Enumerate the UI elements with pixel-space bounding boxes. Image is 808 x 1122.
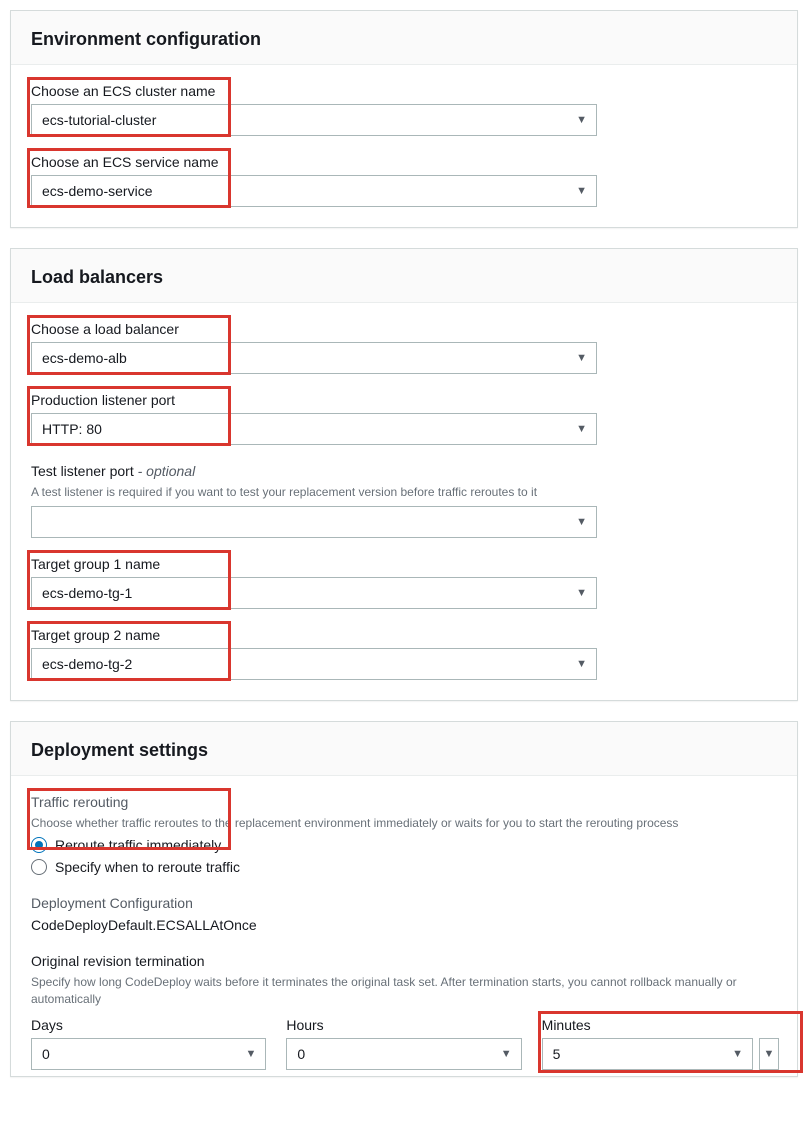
chevron-down-icon: ▼ [764, 1048, 775, 1060]
radio-immediate-label: Reroute traffic immediately [55, 837, 221, 853]
radio-immediate[interactable]: Reroute traffic immediately [31, 837, 777, 853]
deploy-config-value: CodeDeployDefault.ECSALLAtOnce [31, 917, 777, 933]
load-balancer-select[interactable]: ecs-demo-alb ▼ [31, 342, 597, 374]
service-name-select[interactable]: ecs-demo-service ▼ [31, 175, 597, 207]
prod-port-label: Production listener port [31, 392, 777, 408]
hours-select[interactable]: 0 ▼ [286, 1038, 521, 1070]
env-config-title: Environment configuration [31, 29, 777, 50]
deploy-config-label: Deployment Configuration [31, 895, 777, 911]
load-balancer-label: Choose a load balancer [31, 321, 777, 337]
env-config-header: Environment configuration [11, 11, 797, 65]
service-name-value: ecs-demo-service [42, 183, 152, 199]
load-balancers-header: Load balancers [11, 249, 797, 303]
env-config-panel: Environment configuration Choose an ECS … [10, 10, 798, 228]
minutes-extra-caret[interactable]: ▼ [759, 1038, 779, 1070]
days-select[interactable]: 0 ▼ [31, 1038, 266, 1070]
deployment-settings-header: Deployment settings [11, 722, 797, 776]
service-name-label: Choose an ECS service name [31, 154, 777, 170]
days-value: 0 [42, 1046, 50, 1062]
traffic-reroute-desc: Choose whether traffic reroutes to the r… [31, 815, 777, 831]
load-balancers-panel: Load balancers Choose a load balancer ec… [10, 248, 798, 701]
load-balancers-title: Load balancers [31, 267, 777, 288]
test-port-select[interactable]: ▼ [31, 506, 597, 538]
hours-value: 0 [297, 1046, 305, 1062]
test-port-desc: A test listener is required if you want … [31, 484, 777, 500]
test-port-label: Test listener port - optional [31, 463, 777, 479]
traffic-reroute-label: Traffic rerouting [31, 794, 777, 810]
prod-port-value: HTTP: 80 [42, 421, 102, 437]
deployment-settings-title: Deployment settings [31, 740, 777, 761]
tg1-value: ecs-demo-tg-1 [42, 585, 132, 601]
deployment-settings-panel: Deployment settings Traffic rerouting Ch… [10, 721, 798, 1077]
termination-desc: Specify how long CodeDeploy waits before… [31, 974, 777, 1006]
radio-icon-checked [31, 837, 47, 853]
tg2-label: Target group 2 name [31, 627, 777, 643]
prod-port-select[interactable]: HTTP: 80 ▼ [31, 413, 597, 445]
cluster-name-select[interactable]: ecs-tutorial-cluster ▼ [31, 104, 597, 136]
radio-specify[interactable]: Specify when to reroute traffic [31, 859, 777, 875]
minutes-value: 5 [553, 1046, 561, 1062]
cluster-name-label: Choose an ECS cluster name [31, 83, 777, 99]
tg2-select[interactable]: ecs-demo-tg-2 ▼ [31, 648, 597, 680]
tg1-label: Target group 1 name [31, 556, 777, 572]
cluster-name-value: ecs-tutorial-cluster [42, 112, 156, 128]
tg1-select[interactable]: ecs-demo-tg-1 ▼ [31, 577, 597, 609]
tg2-value: ecs-demo-tg-2 [42, 656, 132, 672]
radio-specify-label: Specify when to reroute traffic [55, 859, 240, 875]
days-label: Days [31, 1017, 266, 1033]
radio-icon-unchecked [31, 859, 47, 875]
minutes-label: Minutes [542, 1017, 777, 1033]
hours-label: Hours [286, 1017, 521, 1033]
minutes-select[interactable]: 5 ▼ [542, 1038, 753, 1070]
termination-label: Original revision termination [31, 953, 777, 969]
load-balancer-value: ecs-demo-alb [42, 350, 127, 366]
